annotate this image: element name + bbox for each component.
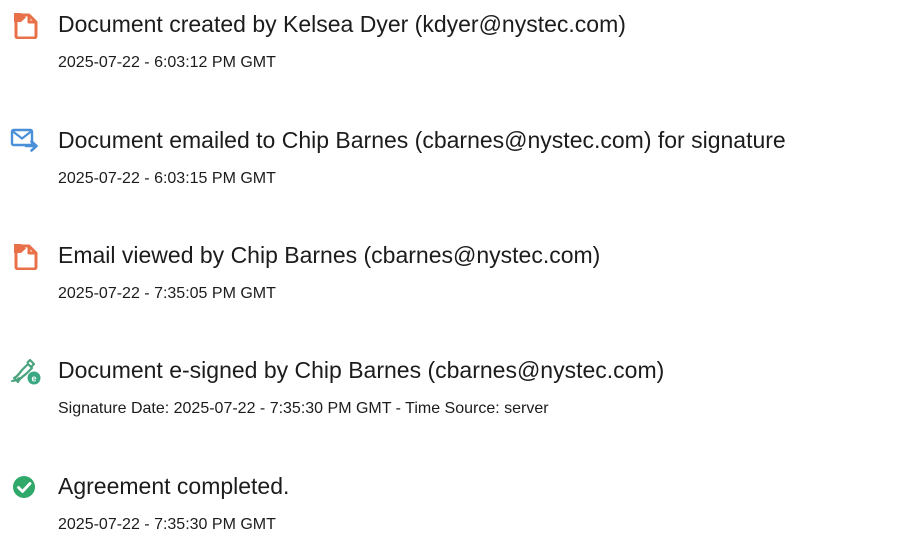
e-signature-icon: e [10, 357, 42, 385]
document-created-icon [10, 11, 42, 39]
event-title: Document created by Kelsea Dyer (kdyer@n… [58, 11, 626, 37]
event-title: Email viewed by Chip Barnes (cbarnes@nys… [58, 242, 601, 268]
event-timestamp: Signature Date: 2025-07-22 - 7:35:30 PM … [58, 400, 549, 417]
event-timestamp: 2025-07-22 - 7:35:30 PM GMT [58, 516, 276, 533]
document-viewed-icon [10, 242, 42, 270]
event-timestamp: 2025-07-22 - 6:03:12 PM GMT [58, 54, 276, 71]
event-timestamp: 2025-07-22 - 7:35:05 PM GMT [58, 285, 276, 302]
email-sent-icon [10, 127, 42, 155]
event-title: Document emailed to Chip Barnes (cbarnes… [58, 127, 786, 153]
event-timestamp: 2025-07-22 - 6:03:15 PM GMT [58, 170, 276, 187]
agreement-completed-icon [10, 473, 42, 501]
svg-text:e: e [31, 374, 36, 384]
event-title: Document e-signed by Chip Barnes (cbarne… [58, 357, 665, 383]
event-title: Agreement completed. [58, 473, 290, 499]
